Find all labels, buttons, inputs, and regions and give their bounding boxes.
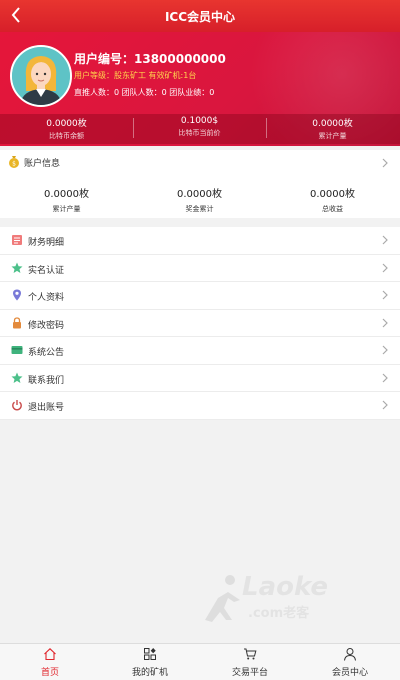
- user-id-label: 用户编号：13800000000: [74, 52, 226, 66]
- menu-label: 财务明细: [28, 238, 65, 248]
- menu-item-verification[interactable]: 实名认证: [0, 255, 400, 282]
- location-pin-icon: [13, 289, 21, 301]
- menu-label: 系统公告: [28, 348, 65, 358]
- chevron-right-icon: [382, 345, 388, 355]
- user-level-text: 用户等级：股东矿工 有效矿机:1台: [74, 71, 197, 80]
- chevron-right-icon: [382, 400, 388, 410]
- svg-text:$: $: [12, 161, 16, 168]
- tab-my-miners[interactable]: 我的矿机: [100, 644, 200, 680]
- home-icon: [44, 648, 56, 661]
- tab-trading[interactable]: 交易平台: [200, 644, 300, 680]
- account-total-income: 0.0000枚 总收益: [310, 189, 355, 213]
- account-info-card: $ 账户信息 0.0000枚 累计产量 0.0000枚 奖金累计 0.0000枚…: [0, 150, 400, 218]
- star-icon: [11, 262, 23, 273]
- menu-label: 个人资料: [28, 293, 65, 303]
- ledger-icon: [12, 235, 22, 245]
- account-info-title: 账户信息: [24, 159, 61, 169]
- top-nav-bar: ICC会员中心: [0, 0, 400, 32]
- menu-item-finance[interactable]: 财务明细: [0, 227, 400, 255]
- chevron-right-icon: [382, 318, 388, 327]
- menu-item-logout[interactable]: 退出账号: [0, 392, 400, 420]
- stat-total-output: 0.0000枚 累计产量: [312, 119, 353, 140]
- menu-label: 退出账号: [28, 403, 65, 413]
- menu-item-announcements[interactable]: 系统公告: [0, 337, 400, 365]
- grid-icon: [144, 648, 156, 660]
- chevron-right-icon: [382, 263, 388, 272]
- account-bonus-total: 0.0000枚 奖金累计: [177, 189, 222, 213]
- user-avatar-icon[interactable]: [10, 45, 72, 107]
- person-icon: [344, 648, 356, 661]
- tab-member-center[interactable]: 会员中心: [300, 644, 400, 680]
- menu-item-change-password[interactable]: 修改密码: [0, 310, 400, 337]
- tab-home[interactable]: 首页: [0, 644, 100, 680]
- menu-item-profile[interactable]: 个人资料: [0, 282, 400, 310]
- account-total-output: 0.0000枚 累计产量: [44, 189, 89, 213]
- team-counts-text: 直推人数：0 团队人数：0 团队业绩：0: [74, 88, 215, 97]
- account-info-header[interactable]: $ 账户信息: [0, 150, 400, 174]
- menu-item-contact[interactable]: 联系我们: [0, 365, 400, 392]
- lock-icon: [13, 316, 21, 328]
- chevron-right-icon: [382, 158, 388, 168]
- card-icon: [11, 346, 23, 354]
- chevron-right-icon: [382, 373, 388, 382]
- chevron-right-icon: [382, 290, 388, 300]
- star-icon: [11, 372, 23, 383]
- power-icon: [12, 400, 22, 411]
- chevron-right-icon: [382, 235, 388, 245]
- watermark-logo: Laoke .com老客: [200, 570, 350, 625]
- money-bag-icon: $: [9, 156, 19, 168]
- menu-label: 修改密码: [28, 320, 65, 331]
- stat-btc-balance: 0.0000枚 比特币余额: [46, 119, 87, 140]
- page-title: ICC会员中心: [164, 10, 236, 24]
- menu-label: 联系我们: [28, 375, 65, 386]
- menu-label: 实名认证: [28, 265, 65, 276]
- menu-list: 财务明细 实名认证 个人资料 修改密码 系统公告 联系我们 退出账号: [0, 227, 400, 420]
- runner-logo-icon: [205, 575, 240, 622]
- cart-icon: [244, 648, 257, 660]
- stat-btc-price: 0.1000$ 比特币当前价: [178, 116, 221, 137]
- bottom-tab-bar: 首页 我的矿机 交易平台 会员中心: [0, 643, 400, 680]
